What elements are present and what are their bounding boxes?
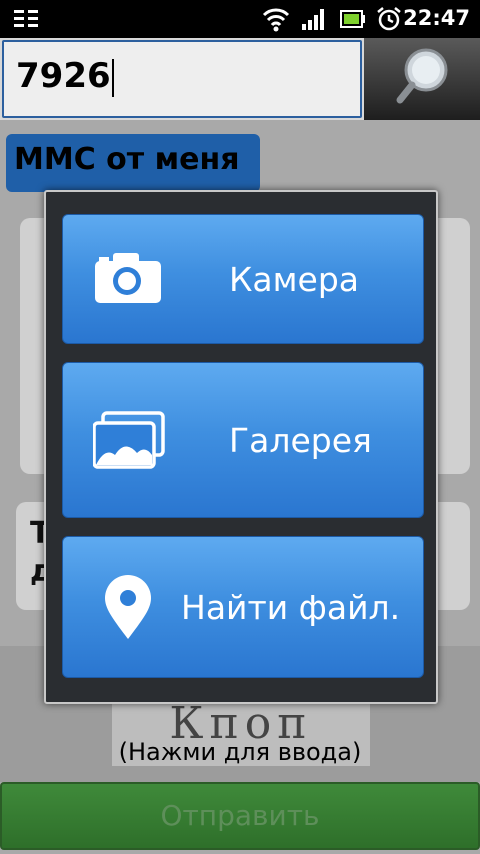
mms-label: ММС от меня: [6, 134, 260, 192]
camera-option-label: Камера: [229, 259, 360, 299]
alarm-icon: [377, 7, 401, 31]
press-to-type-hint: (Нажми для ввода): [118, 738, 362, 766]
gallery-icon: [93, 411, 165, 469]
location-pin-icon: [105, 575, 151, 639]
battery-icon: [340, 10, 365, 28]
find-file-option-button[interactable]: Найти файл.: [62, 536, 424, 678]
gallery-option-button[interactable]: Галерея: [62, 362, 424, 518]
camera-icon: [95, 253, 161, 303]
send-button[interactable]: Отправить: [0, 782, 480, 850]
find-file-option-label: Найти файл.: [181, 587, 401, 627]
search-button[interactable]: [364, 38, 480, 120]
search-bar: 7926: [0, 38, 480, 120]
search-input-value: 7926: [16, 56, 111, 96]
clock: 22:47: [403, 6, 470, 30]
search-input[interactable]: 7926: [2, 40, 362, 118]
wifi-icon: [262, 8, 290, 32]
attachment-dialog: Камера Галерея Найти файл.: [44, 190, 438, 704]
gallery-option-label: Галерея: [229, 420, 372, 460]
status-bar: 22:47: [0, 0, 480, 38]
signal-icon: [302, 9, 324, 30]
search-icon: [396, 48, 448, 104]
text-caret: [111, 58, 114, 97]
camera-option-button[interactable]: Камера: [62, 214, 424, 344]
usb-debug-icon: [14, 10, 38, 27]
